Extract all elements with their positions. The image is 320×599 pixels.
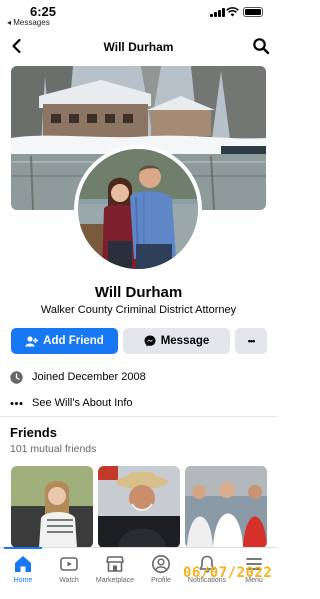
tab-marketplace-label: Marketplace bbox=[95, 577, 135, 584]
add-friend-label: Add Friend bbox=[43, 335, 104, 347]
joined-row: Joined December 2008 bbox=[10, 368, 146, 386]
cellular-signal-icon bbox=[210, 8, 225, 17]
profile-bio: Walker County Criminal District Attorney bbox=[40, 304, 237, 316]
more-horizontal-icon bbox=[10, 401, 23, 405]
tab-watch-label: Watch bbox=[59, 577, 79, 584]
friend-thumbnail[interactable] bbox=[98, 466, 180, 548]
back-to-messages-link[interactable]: ◂ Messages bbox=[7, 18, 50, 27]
clock: 6:25 bbox=[30, 4, 57, 19]
watch-icon bbox=[60, 557, 78, 571]
about-info-text: See Will's About Info bbox=[32, 397, 133, 409]
tab-home[interactable]: Home bbox=[0, 554, 48, 584]
search-icon[interactable] bbox=[252, 37, 270, 55]
wifi-icon bbox=[226, 7, 239, 17]
tab-watch[interactable]: Watch bbox=[44, 554, 94, 584]
date-watermark: 06/07/2022 bbox=[183, 565, 273, 581]
page-title: Will Durham bbox=[103, 40, 174, 54]
status-bar: 6:25 ◂ Messages bbox=[0, 0, 277, 30]
clock-icon bbox=[10, 370, 23, 384]
tab-home-label: Home bbox=[13, 577, 33, 584]
profile-header-bar: Will Durham bbox=[0, 32, 277, 62]
marketplace-icon bbox=[106, 556, 124, 572]
tab-marketplace[interactable]: Marketplace bbox=[90, 554, 140, 584]
message-button[interactable]: Message bbox=[123, 328, 230, 354]
friend-thumbnail[interactable] bbox=[185, 466, 267, 548]
profile-name: Will Durham bbox=[94, 284, 183, 301]
profile-icon bbox=[152, 555, 170, 573]
tab-profile-label: Profile bbox=[151, 577, 171, 584]
mutual-friends-count[interactable]: 101 mutual friends bbox=[10, 443, 96, 455]
home-icon bbox=[15, 556, 31, 572]
message-label: Message bbox=[160, 335, 210, 347]
more-options-button[interactable]: ••• bbox=[235, 328, 267, 354]
tab-profile[interactable]: Profile bbox=[136, 554, 186, 584]
joined-text: Joined December 2008 bbox=[32, 371, 146, 383]
add-friend-button[interactable]: Add Friend bbox=[11, 328, 118, 354]
more-dots-icon: ••• bbox=[247, 336, 256, 346]
profile-picture[interactable] bbox=[74, 145, 202, 273]
friend-thumbnail[interactable] bbox=[11, 466, 93, 548]
about-info-link[interactable]: See Will's About Info bbox=[10, 394, 133, 412]
section-divider bbox=[0, 416, 277, 417]
friends-section-title[interactable]: Friends bbox=[10, 425, 57, 440]
add-friend-icon bbox=[25, 335, 39, 346]
battery-icon bbox=[243, 7, 263, 17]
messenger-icon bbox=[144, 335, 156, 347]
active-tab-indicator bbox=[4, 547, 42, 549]
